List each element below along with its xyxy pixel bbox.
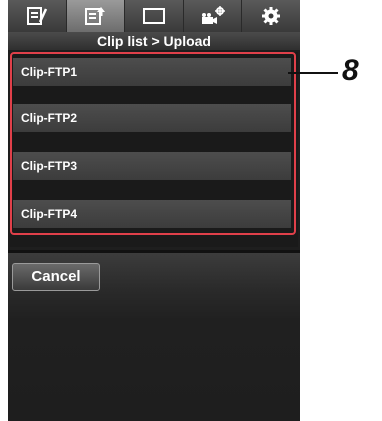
tab-bar: [8, 0, 300, 32]
tab-note[interactable]: [8, 0, 67, 32]
tab-camera-settings[interactable]: [184, 0, 243, 32]
tab-display[interactable]: [125, 0, 184, 32]
list-highlight-frame: [10, 52, 296, 235]
cancel-button[interactable]: Cancel: [12, 263, 100, 291]
callout-number: 8: [342, 54, 359, 87]
tab-clip-upload[interactable]: [66, 0, 126, 32]
page-title: Clip list > Upload: [8, 32, 300, 50]
gear-icon: [262, 7, 281, 25]
callout-line: [288, 72, 338, 74]
bottom-panel: Cancel: [8, 253, 300, 421]
camera-settings-icon: [201, 6, 225, 24]
clip-upload-icon: [85, 7, 106, 25]
note-icon: [26, 7, 47, 25]
camera-screen: Clip list > Upload Clip-FTP1 Clip-FTP2 C…: [8, 0, 300, 421]
tab-settings[interactable]: [242, 0, 300, 32]
display-icon: [142, 8, 165, 24]
